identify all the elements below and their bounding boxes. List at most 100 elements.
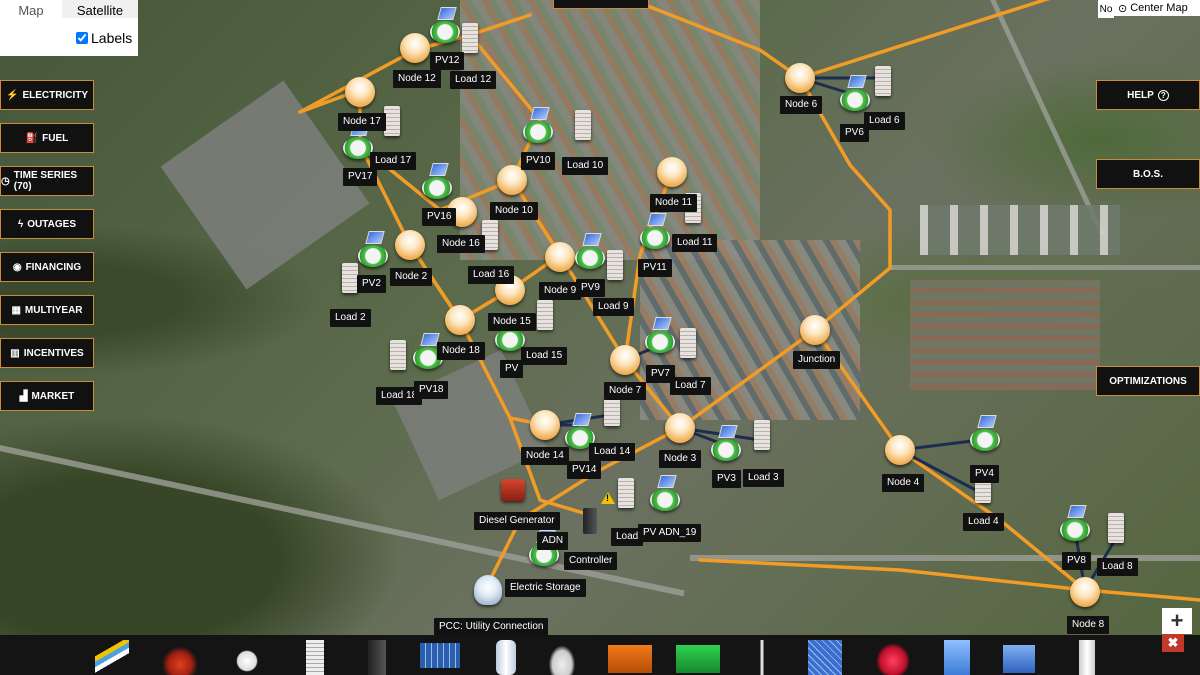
pv-marker[interactable] xyxy=(645,331,675,353)
orange-generator-icon[interactable] xyxy=(608,645,652,673)
node-marker[interactable] xyxy=(665,413,695,443)
green-generator-icon[interactable] xyxy=(676,645,720,673)
outages-label: OUTAGES xyxy=(27,218,76,230)
fuel-label: FUEL xyxy=(42,132,69,144)
load-building[interactable] xyxy=(537,300,553,330)
node-marker[interactable] xyxy=(800,315,830,345)
cable-icon[interactable] xyxy=(95,640,129,675)
bolt-icon: ⚡ xyxy=(5,89,19,101)
house-icon[interactable] xyxy=(1003,645,1035,673)
building-load-icon[interactable] xyxy=(306,640,324,675)
load-building[interactable] xyxy=(462,23,478,53)
load-building[interactable] xyxy=(680,328,696,358)
node-marker[interactable] xyxy=(885,435,915,465)
storage-tank-icon[interactable] xyxy=(496,640,516,675)
node-marker[interactable] xyxy=(545,242,575,272)
pv-marker[interactable] xyxy=(575,247,605,269)
node-marker[interactable] xyxy=(610,345,640,375)
pv-marker[interactable] xyxy=(640,227,670,249)
node-marker[interactable] xyxy=(445,305,475,335)
close-icon[interactable]: ✖ xyxy=(1162,634,1184,652)
map-label: PV18 xyxy=(414,381,449,399)
map-label: PV8 xyxy=(1062,552,1091,570)
question-circle-icon: ? xyxy=(1157,89,1169,101)
node-marker[interactable] xyxy=(785,63,815,93)
incentives-button[interactable]: ▥ INCENTIVES xyxy=(0,338,94,368)
center-map-button[interactable]: ⊙ Center Map xyxy=(1114,0,1200,16)
node-marker[interactable] xyxy=(530,410,560,440)
load-building[interactable] xyxy=(754,420,770,450)
satellite-map[interactable]: Node 12 Load 12 PV12 Node 6 Load 6 PV6 N… xyxy=(0,0,1200,635)
controller-marker[interactable] xyxy=(583,508,597,534)
load-building[interactable] xyxy=(390,340,406,370)
warning-icon[interactable] xyxy=(601,492,615,504)
load-building[interactable] xyxy=(575,110,591,140)
financing-button[interactable]: ◉ FINANCING xyxy=(0,252,94,282)
labels-toggle[interactable]: Labels xyxy=(72,24,138,52)
map-label: Junction xyxy=(793,351,841,369)
pv-marker[interactable] xyxy=(711,439,741,461)
outages-button[interactable]: ϟ OUTAGES xyxy=(0,209,94,239)
load-building[interactable] xyxy=(618,478,634,508)
bolt-outline-icon: ϟ xyxy=(17,218,24,230)
electric-vehicle-icon[interactable] xyxy=(545,640,579,675)
load-building[interactable] xyxy=(607,250,623,280)
fence-icon[interactable] xyxy=(163,640,197,675)
map-label: Load 7 xyxy=(670,377,711,395)
map-label: Controller xyxy=(564,552,618,570)
market-chart-icon: ▟ xyxy=(19,390,28,402)
satellite-tab[interactable]: Satellite xyxy=(62,0,138,18)
pv-marker[interactable] xyxy=(343,137,373,159)
wind-turbine-icon[interactable] xyxy=(745,640,779,675)
load-building[interactable] xyxy=(1108,513,1124,543)
market-button[interactable]: ▟ MARKET xyxy=(0,381,94,411)
load-building[interactable] xyxy=(384,106,400,136)
node-marker[interactable] xyxy=(657,157,687,187)
map-label: PV3 xyxy=(712,470,741,488)
node-marker[interactable] xyxy=(345,77,375,107)
map-label: Load 8 xyxy=(1097,558,1138,576)
top-panel-tab[interactable] xyxy=(553,0,649,9)
electric-storage-marker[interactable] xyxy=(474,575,502,605)
load-building[interactable] xyxy=(875,66,891,96)
node-marker[interactable] xyxy=(395,230,425,260)
node-marker[interactable] xyxy=(1070,577,1100,607)
pv-marker[interactable] xyxy=(1060,519,1090,541)
fuel-tank-icon[interactable] xyxy=(873,640,913,675)
blue-building-icon[interactable] xyxy=(944,640,970,675)
pv-marker[interactable] xyxy=(840,89,870,111)
diesel-generator-marker[interactable] xyxy=(501,479,525,501)
load-building[interactable] xyxy=(342,263,358,293)
load-building[interactable] xyxy=(604,396,620,426)
optimizations-button[interactable]: OPTIMIZATIONS xyxy=(1096,366,1200,396)
pv-marker[interactable] xyxy=(523,121,553,143)
map-label: Node 7 xyxy=(604,382,647,400)
solar-thermal-icon[interactable] xyxy=(808,640,842,675)
map-label: Node 3 xyxy=(659,450,702,468)
labels-checkbox[interactable] xyxy=(76,32,88,44)
pv-marker[interactable] xyxy=(650,489,680,511)
zoom-in-button[interactable]: + xyxy=(1162,608,1192,634)
bos-button[interactable]: B.O.S. xyxy=(1096,159,1200,189)
electricity-button[interactable]: ⚡ ELECTRICITY xyxy=(0,80,94,110)
optimizations-label: OPTIMIZATIONS xyxy=(1109,375,1187,387)
pv-marker[interactable] xyxy=(422,177,452,199)
map-label: Load 15 xyxy=(521,347,568,365)
pv-marker[interactable] xyxy=(970,429,1000,451)
target-icon: ⊙ xyxy=(1118,2,1128,15)
white-cabinet-icon[interactable] xyxy=(1079,640,1095,675)
transformer-icon[interactable] xyxy=(230,640,264,675)
solar-panel-icon[interactable] xyxy=(420,643,460,668)
node-marker[interactable] xyxy=(400,33,430,63)
pv-marker[interactable] xyxy=(358,245,388,267)
pv-marker[interactable] xyxy=(430,21,460,43)
battery-cabinet-icon[interactable] xyxy=(368,640,386,675)
fuel-button[interactable]: ⛽ FUEL xyxy=(0,123,94,153)
incentives-label: INCENTIVES xyxy=(23,347,84,359)
map-label: Load 10 xyxy=(562,157,609,175)
top-no-button[interactable]: No xyxy=(1098,0,1114,18)
time-series-button[interactable]: ◷ TIME SERIES (70) xyxy=(0,166,94,196)
help-button[interactable]: HELP? xyxy=(1096,80,1200,110)
multiyear-button[interactable]: ▦ MULTIYEAR xyxy=(0,295,94,325)
map-tab[interactable]: Map xyxy=(0,0,62,18)
